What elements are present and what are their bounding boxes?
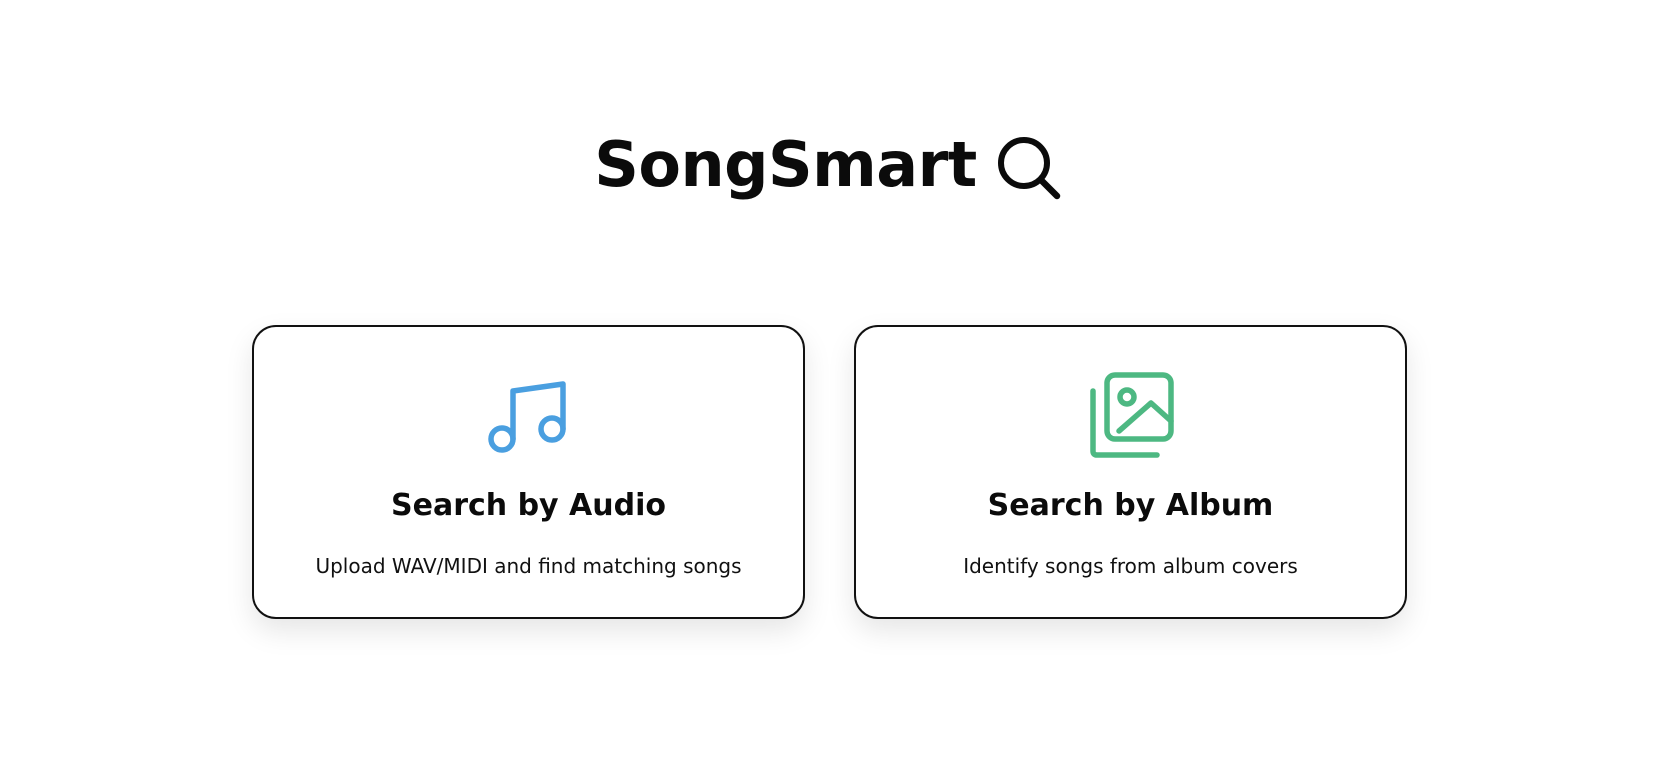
card-description: Identify songs from album covers bbox=[963, 554, 1298, 578]
image-gallery-icon bbox=[1089, 372, 1174, 458]
app-title: SongSmart bbox=[594, 128, 977, 201]
search-by-album-card[interactable]: Search by Album Identify songs from albu… bbox=[854, 325, 1407, 619]
page: SongSmart Search by Audio Upload WAV/MID… bbox=[0, 0, 1657, 778]
card-title: Search by Album bbox=[987, 488, 1274, 523]
card-description: Upload WAV/MIDI and find matching songs bbox=[315, 554, 742, 578]
search-icon bbox=[997, 137, 1061, 200]
music-note-icon bbox=[487, 381, 566, 453]
header: SongSmart bbox=[0, 128, 1657, 202]
card-title: Search by Audio bbox=[391, 488, 666, 523]
search-by-audio-card[interactable]: Search by Audio Upload WAV/MIDI and find… bbox=[252, 325, 805, 619]
search-options: Search by Audio Upload WAV/MIDI and find… bbox=[252, 325, 1407, 619]
